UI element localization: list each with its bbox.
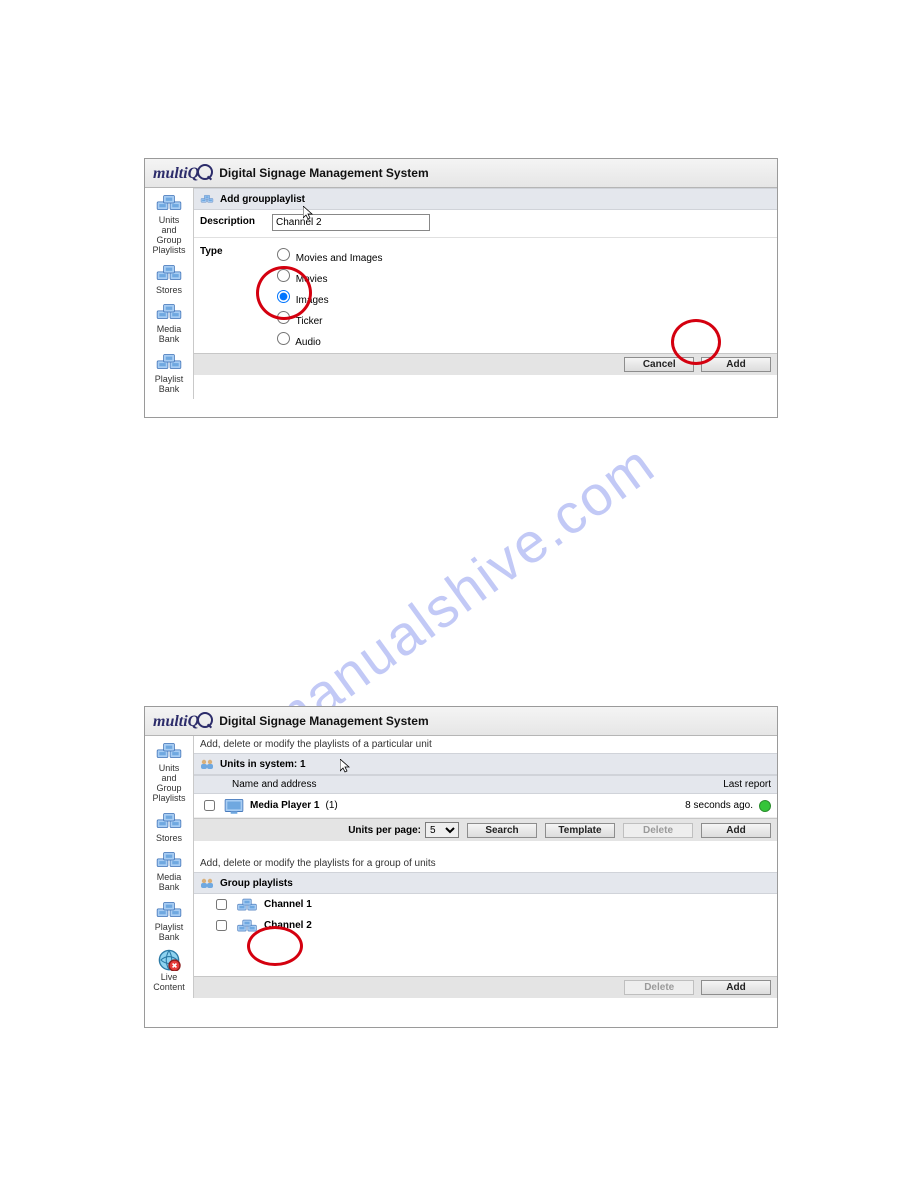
media-bank-icon [155, 849, 183, 871]
col-name: Name and address [232, 779, 317, 790]
unit-row[interactable]: Media Player 1 (1) 8 seconds ago. [194, 794, 777, 818]
type-movies[interactable]: Movies [272, 265, 383, 286]
sidebar: Units and Group Playlists Stores Media B… [145, 188, 194, 399]
group-name: Channel 1 [264, 899, 312, 910]
units-columns: Name and address Last report [194, 775, 777, 794]
sidebar-item-stores[interactable]: Stores [147, 262, 191, 296]
groups-section-title: Group playlists [194, 872, 777, 894]
playlist-bank-icon [155, 899, 183, 921]
group-row-channel-2[interactable]: Channel 2 [194, 915, 777, 936]
form-button-bar: Cancel Add [194, 353, 777, 375]
sidebar-item-media-bank[interactable]: Media Bank [147, 301, 191, 345]
app-title: Digital Signage Management System [219, 166, 428, 180]
playlist-bank-icon [155, 351, 183, 373]
units-icon [155, 192, 183, 214]
paging-label: Units per page: [348, 825, 421, 836]
group-checkbox[interactable] [216, 899, 227, 910]
sidebar-item-units[interactable]: Units and Group Playlists [147, 192, 191, 256]
template-button[interactable]: Template [545, 823, 615, 838]
groups-hint: Add, delete or modify the playlists for … [194, 855, 777, 872]
app-header-2: multiQ Digital Signage Management System [145, 707, 777, 736]
app-title-2: Digital Signage Management System [219, 714, 428, 728]
cancel-button[interactable]: Cancel [624, 357, 694, 372]
add-unit-button[interactable]: Add [701, 823, 771, 838]
units-icon [155, 740, 183, 762]
group-icon [236, 898, 258, 912]
sidebar-item-units-2[interactable]: Units and Group Playlists [147, 740, 191, 804]
people-icon [200, 757, 214, 771]
main-content-2: Add, delete or modify the playlists of a… [194, 736, 777, 998]
section-title: Add groupplaylist [194, 188, 777, 210]
panel-units-and-groups: multiQ Digital Signage Management System… [144, 706, 778, 1028]
brand-logo-2: multiQ [153, 710, 213, 731]
app-header: multiQ Digital Signage Management System [145, 159, 777, 188]
media-bank-icon [155, 301, 183, 323]
sidebar-item-playlist-bank[interactable]: Playlist Bank [147, 351, 191, 395]
type-label: Type [200, 244, 272, 257]
type-movies-images[interactable]: Movies and Images [272, 244, 383, 265]
description-label: Description [200, 214, 272, 227]
type-audio[interactable]: Audio [272, 328, 383, 349]
brand-logo: multiQ [153, 162, 213, 183]
type-options: Movies and Images Movies Images Ticker A… [272, 244, 383, 349]
group-name: Channel 2 [264, 920, 312, 931]
group-checkbox[interactable] [216, 920, 227, 931]
sidebar-item-live-content[interactable]: Live Content [147, 949, 191, 993]
description-input[interactable] [272, 214, 430, 231]
add-group-button[interactable]: Add [701, 980, 771, 995]
unit-checkbox[interactable] [204, 800, 215, 811]
stores-icon [155, 810, 183, 832]
add-button[interactable]: Add [701, 357, 771, 372]
monitor-icon [224, 798, 244, 814]
panel-add-groupplaylist: multiQ Digital Signage Management System… [144, 158, 778, 418]
units-paging-bar: Units per page: 5 Search Template Delete… [194, 818, 777, 841]
main-content: Add groupplaylist Description Type Movie… [194, 188, 777, 399]
unit-count: (1) [325, 800, 337, 811]
units-per-page-select[interactable]: 5 [425, 822, 459, 838]
units-section-title: Units in system: 1 [194, 753, 777, 775]
sidebar-item-playlist-bank-2[interactable]: Playlist Bank [147, 899, 191, 943]
delete-button-disabled: Delete [623, 823, 693, 838]
search-button[interactable]: Search [467, 823, 537, 838]
sidebar-2: Units and Group Playlists Stores Media B… [145, 736, 194, 998]
section-icon [200, 192, 214, 206]
group-icon [236, 919, 258, 933]
sidebar-item-stores-2[interactable]: Stores [147, 810, 191, 844]
people-icon [200, 876, 214, 890]
stores-icon [155, 262, 183, 284]
sidebar-item-media-bank-2[interactable]: Media Bank [147, 849, 191, 893]
type-ticker[interactable]: Ticker [272, 307, 383, 328]
group-row-channel-1[interactable]: Channel 1 [194, 894, 777, 915]
groups-button-bar: Delete Add [194, 976, 777, 998]
type-images[interactable]: Images [272, 286, 383, 307]
status-dot-icon [759, 800, 771, 812]
units-hint: Add, delete or modify the playlists of a… [194, 736, 777, 753]
live-content-icon [155, 949, 183, 971]
col-last: Last report [723, 779, 771, 790]
unit-last-report: 8 seconds ago. [685, 800, 753, 811]
delete-group-button-disabled: Delete [624, 980, 694, 995]
unit-name: Media Player 1 [250, 800, 319, 811]
